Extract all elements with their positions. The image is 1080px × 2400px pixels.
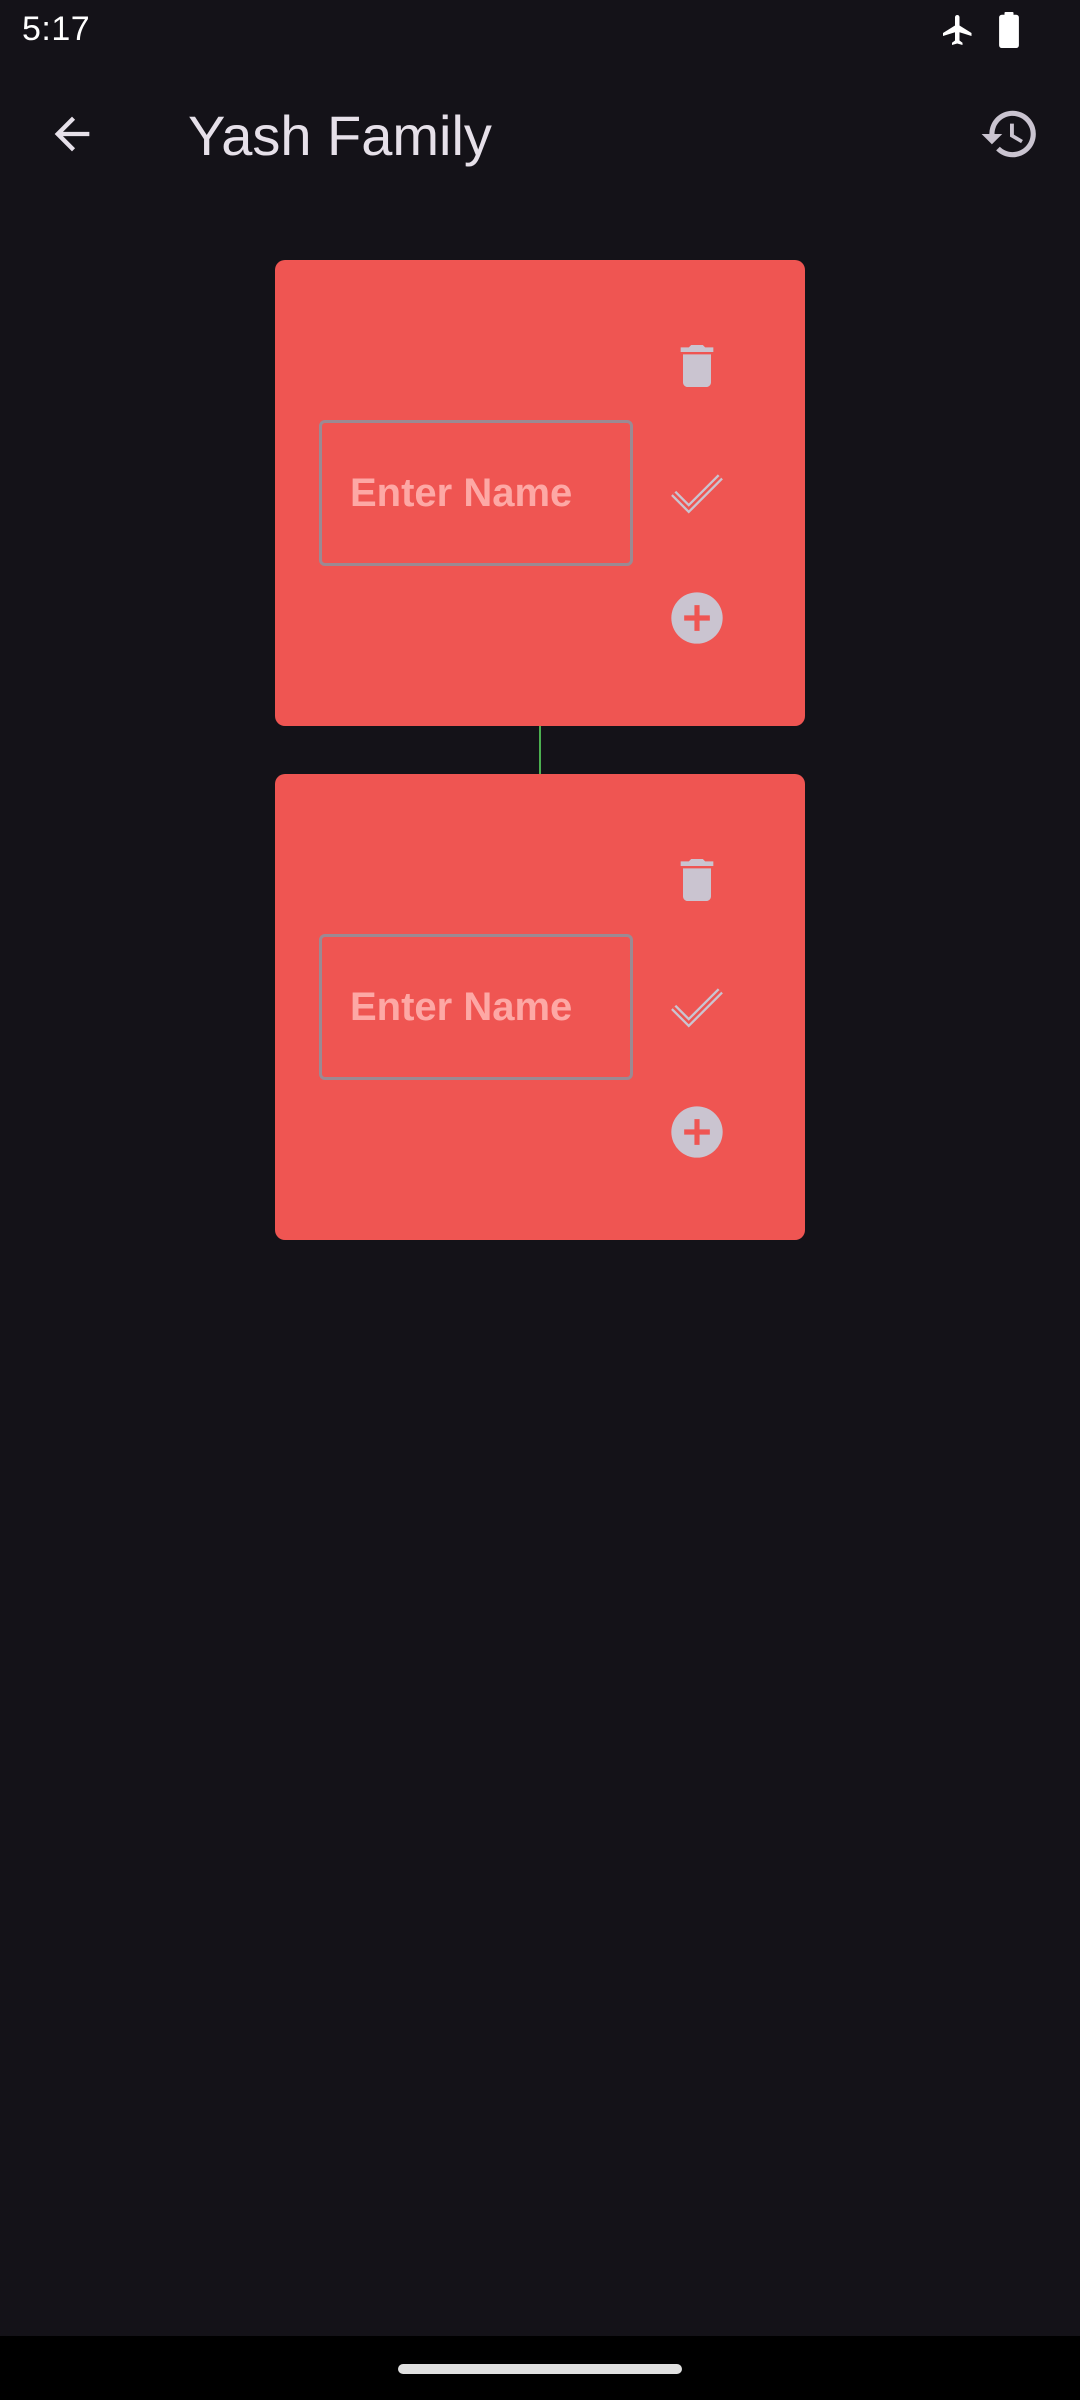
add-child-button[interactable] [655,1092,739,1176]
confirm-name-button[interactable] [655,452,739,536]
status-time: 5:17 [22,10,91,48]
page-title: Yash Family [188,104,492,167]
status-bar: 5:17 [0,0,1080,64]
family-node-card [275,774,805,1240]
add-child-button[interactable] [655,578,739,662]
delete-node-button[interactable] [655,840,739,924]
tree-connector-line [539,726,541,774]
name-input[interactable] [319,420,633,566]
history-button[interactable] [974,100,1046,172]
check-icon [664,459,730,530]
delete-icon [669,852,725,913]
delete-icon [669,338,725,399]
family-node-card [275,260,805,726]
system-nav-bar [0,2336,1080,2400]
home-indicator[interactable] [398,2364,682,2374]
app-bar: Yash Family [0,78,1080,194]
battery-icon [998,12,1020,53]
delete-node-button[interactable] [655,326,739,410]
name-input[interactable] [319,934,633,1080]
status-icons [940,12,1020,53]
airplane-mode-icon [940,12,976,53]
confirm-name-button[interactable] [655,966,739,1050]
arrow-back-icon [46,108,98,165]
history-icon [979,103,1041,170]
check-icon [664,973,730,1044]
add-circle-icon [669,1104,725,1165]
back-button[interactable] [36,104,108,168]
add-circle-icon [669,590,725,651]
